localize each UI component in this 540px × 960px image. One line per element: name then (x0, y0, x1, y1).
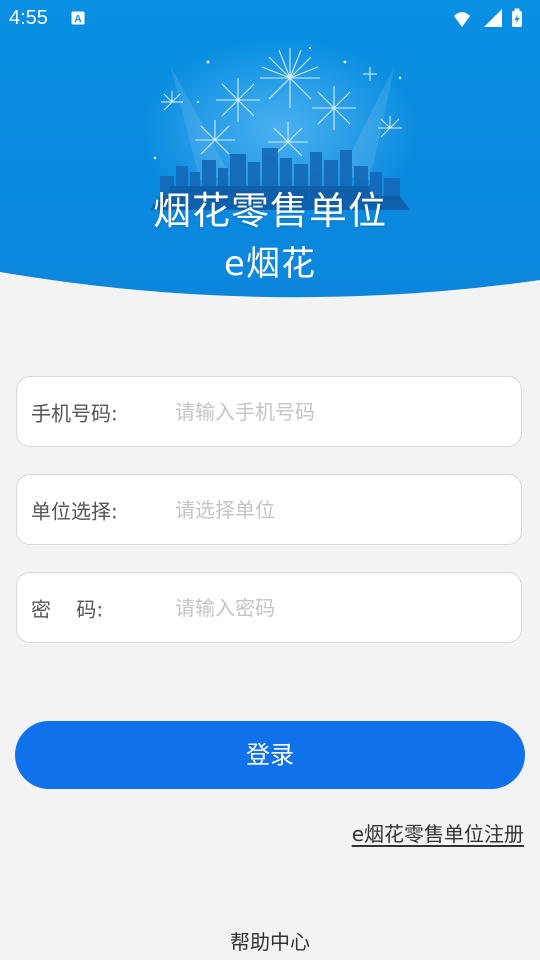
password-input[interactable] (175, 583, 505, 633)
a-square-icon: A (71, 11, 85, 25)
battery-charging-icon (512, 8, 522, 27)
page-subtitle: e烟花 (224, 244, 316, 284)
cellular-signal-icon (484, 9, 502, 27)
status-bar: 4:55 A (0, 0, 540, 36)
page-title: 烟花零售单位 (152, 189, 387, 233)
unit-select-input[interactable] (175, 485, 505, 535)
svg-text:A: A (74, 14, 81, 25)
header-banner: 4:55 A 烟花零售单位 e烟花 (0, 0, 540, 300)
phone-field-label: 手机号码: (31, 401, 118, 425)
wifi-icon (454, 12, 470, 27)
phone-input[interactable] (175, 387, 505, 437)
login-screen: 4:55 A 烟花零售单位 e烟花 手机号码: 请输入手机号码 单位选择: 请选… (0, 0, 540, 960)
phone-field[interactable]: 手机号码: (16, 376, 522, 447)
login-button[interactable]: 登录 (15, 721, 525, 789)
status-time: 4:55 (9, 7, 48, 29)
unit-select-field[interactable]: 单位选择: (16, 474, 522, 545)
password-field[interactable]: 密 码: (16, 572, 522, 643)
help-center-link[interactable]: 帮助中心 (0, 926, 540, 955)
register-link[interactable]: e烟花零售单位注册 (352, 818, 524, 847)
unit-field-label: 单位选择: (31, 499, 118, 523)
password-field-label: 密 码: (31, 597, 104, 621)
